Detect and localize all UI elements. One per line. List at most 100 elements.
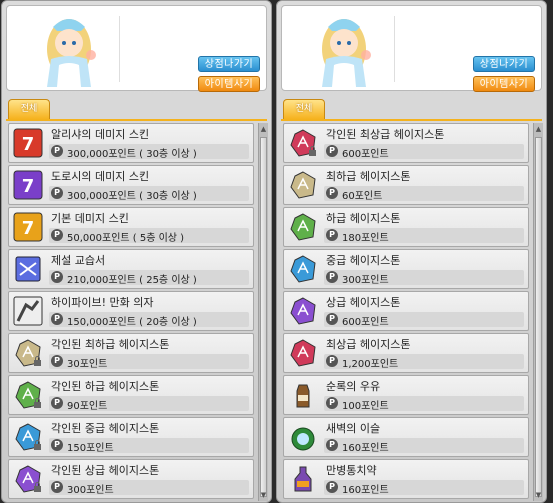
item-list: 7 알리샤의 데미지 스킨 P 300,000포인트 ( 30층 이상 ) 7 도로시의 … (8, 123, 254, 501)
lock-icon (34, 482, 41, 492)
shop-panel-right: 상점나가기 아이템사기 전체 각인된 최상급 헤이지스톤 P 600포인트 최하급 헤… (276, 0, 547, 503)
shop-item[interactable]: 7 기본 데미지 스킨 P 50,000포인트 ( 5층 이상 ) (8, 207, 254, 247)
elixir-icon (294, 466, 312, 492)
point-coin-icon: P (51, 187, 63, 199)
item-price: 300,000포인트 ( 30층 이상 ) (67, 149, 197, 160)
header-divider (394, 16, 395, 82)
shop-item[interactable]: 순록의 우유 P 100포인트 (283, 375, 529, 415)
item-name: 각인된 중급 헤이지스톤 (51, 422, 160, 435)
scroll-down-icon[interactable]: ▼ (259, 490, 268, 500)
point-coin-icon: P (326, 481, 338, 493)
damage-skin-basic-icon: 7 (13, 212, 43, 242)
shop-item[interactable]: 각인된 중급 헤이지스톤 P 150포인트 (8, 417, 254, 457)
shop-item[interactable]: 7 도로시의 데미지 스킨 P 300,000포인트 ( 30층 이상 ) (8, 165, 254, 205)
npc-header: 상점나가기 아이템사기 (281, 5, 542, 92)
item-price-row: P 150포인트 (49, 438, 249, 454)
point-coin-icon: P (326, 313, 338, 325)
reindeer-milk-icon (296, 384, 310, 408)
item-price-row: P 300포인트 (49, 480, 249, 496)
shop-item[interactable]: 하이파이브! 만화 의자 P 150,000포인트 ( 20층 이상 ) (8, 291, 254, 331)
buy-item-button[interactable]: 아이템사기 (473, 76, 535, 92)
item-price: 100포인트 (342, 401, 389, 412)
hazestone-highest-icon (290, 339, 316, 367)
damage-skin-dorothy-icon: 7 (13, 170, 43, 200)
point-coin-icon: P (51, 439, 63, 451)
item-price-row: P 30포인트 (49, 354, 249, 370)
item-price-row: P 600포인트 (324, 144, 524, 160)
item-name: 최하급 헤이지스톤 (326, 170, 411, 183)
npc-header: 상점나가기 아이템사기 (6, 5, 267, 92)
npc-portrait-icon (322, 19, 371, 87)
item-name: 각인된 상급 헤이지스톤 (51, 464, 160, 477)
item-price: 150,000포인트 ( 20층 이상 ) (67, 317, 197, 328)
tab-all[interactable]: 전체 (283, 99, 325, 119)
item-price-row: P 1,200포인트 (324, 354, 524, 370)
point-coin-icon: P (326, 145, 338, 157)
shop-item[interactable]: 만병통치약 P 160포인트 (283, 459, 529, 499)
shop-item[interactable]: 7 알리샤의 데미지 스킨 P 300,000포인트 ( 30층 이상 ) (8, 123, 254, 163)
shop-item[interactable]: 각인된 상급 헤이지스톤 P 300포인트 (8, 459, 254, 499)
item-name: 제설 교습서 (51, 254, 106, 267)
shop-item[interactable]: 상급 헤이지스톤 P 600포인트 (283, 291, 529, 331)
dawn-dew-icon (291, 427, 315, 451)
item-name: 알리샤의 데미지 스킨 (51, 128, 150, 141)
point-coin-icon: P (326, 355, 338, 367)
lock-icon (34, 398, 41, 408)
shop-item[interactable]: 각인된 최상급 헤이지스톤 P 600포인트 (283, 123, 529, 163)
item-name: 최상급 헤이지스톤 (326, 338, 411, 351)
exit-shop-button[interactable]: 상점나가기 (198, 56, 260, 72)
item-name: 각인된 최하급 헤이지스톤 (51, 338, 170, 351)
lock-icon (34, 356, 41, 366)
item-price: 210,000포인트 ( 25층 이상 ) (67, 275, 197, 286)
scrollbar[interactable]: ▲ ▼ (533, 123, 543, 501)
scroll-up-icon[interactable]: ▲ (534, 124, 543, 134)
hazestone-mid-icon (290, 255, 316, 283)
point-coin-icon: P (51, 313, 63, 325)
npc-portrait-icon (47, 19, 96, 87)
item-price-row: P 90포인트 (49, 396, 249, 412)
shop-item[interactable]: 각인된 하급 헤이지스톤 P 90포인트 (8, 375, 254, 415)
item-price-row: P 60포인트 (324, 186, 524, 202)
shop-item[interactable]: 중급 헤이지스톤 P 300포인트 (283, 249, 529, 289)
hazestone-high-icon (290, 297, 316, 325)
shop-item[interactable]: 최상급 헤이지스톤 P 1,200포인트 (283, 333, 529, 373)
scrollbar[interactable]: ▲ ▼ (258, 123, 268, 501)
item-price-row: P 210,000포인트 ( 25층 이상 ) (49, 270, 249, 286)
lock-icon (34, 440, 41, 450)
shop-item[interactable]: 제설 교습서 P 210,000포인트 ( 25층 이상 ) (8, 249, 254, 289)
tab-all[interactable]: 전체 (8, 99, 50, 119)
item-name: 기본 데미지 스킨 (51, 212, 129, 225)
item-price-row: P 300,000포인트 ( 30층 이상 ) (49, 186, 249, 202)
item-price-row: P 300,000포인트 ( 30층 이상 ) (49, 144, 249, 160)
point-coin-icon: P (326, 397, 338, 409)
damage-skin-alicia-icon: 7 (13, 128, 43, 158)
scroll-thumb[interactable] (535, 137, 542, 497)
item-price-row: P 150,000포인트 ( 20층 이상 ) (49, 312, 249, 328)
item-price: 600포인트 (342, 149, 389, 160)
item-price-row: P 100포인트 (324, 396, 524, 412)
item-name: 각인된 하급 헤이지스톤 (51, 380, 160, 393)
item-price: 300포인트 (342, 275, 389, 286)
hazestone-low-icon (290, 213, 316, 241)
item-price: 300,000포인트 ( 30층 이상 ) (67, 191, 197, 202)
item-price-row: P 50,000포인트 ( 5층 이상 ) (49, 228, 249, 244)
item-price: 300포인트 (67, 485, 114, 496)
item-price: 180포인트 (342, 233, 389, 244)
point-coin-icon: P (326, 187, 338, 199)
item-name: 새벽의 이슬 (326, 422, 381, 435)
svg-text:7: 7 (22, 176, 35, 197)
item-name: 상급 헤이지스톤 (326, 296, 401, 309)
shop-item[interactable]: 각인된 최하급 헤이지스톤 P 30포인트 (8, 333, 254, 373)
point-coin-icon: P (51, 355, 63, 367)
scroll-up-icon[interactable]: ▲ (259, 124, 268, 134)
shop-item[interactable]: 최하급 헤이지스톤 P 60포인트 (283, 165, 529, 205)
exit-shop-button[interactable]: 상점나가기 (473, 56, 535, 72)
buy-item-button[interactable]: 아이템사기 (198, 76, 260, 92)
item-price-row: P 160포인트 (324, 480, 524, 496)
scroll-down-icon[interactable]: ▼ (534, 490, 543, 500)
shop-item[interactable]: 하급 헤이지스톤 P 180포인트 (283, 207, 529, 247)
item-name: 도로시의 데미지 스킨 (51, 170, 150, 183)
shop-item[interactable]: 새벽의 이슬 P 160포인트 (283, 417, 529, 457)
item-price-row: P 180포인트 (324, 228, 524, 244)
scroll-thumb[interactable] (260, 137, 267, 497)
